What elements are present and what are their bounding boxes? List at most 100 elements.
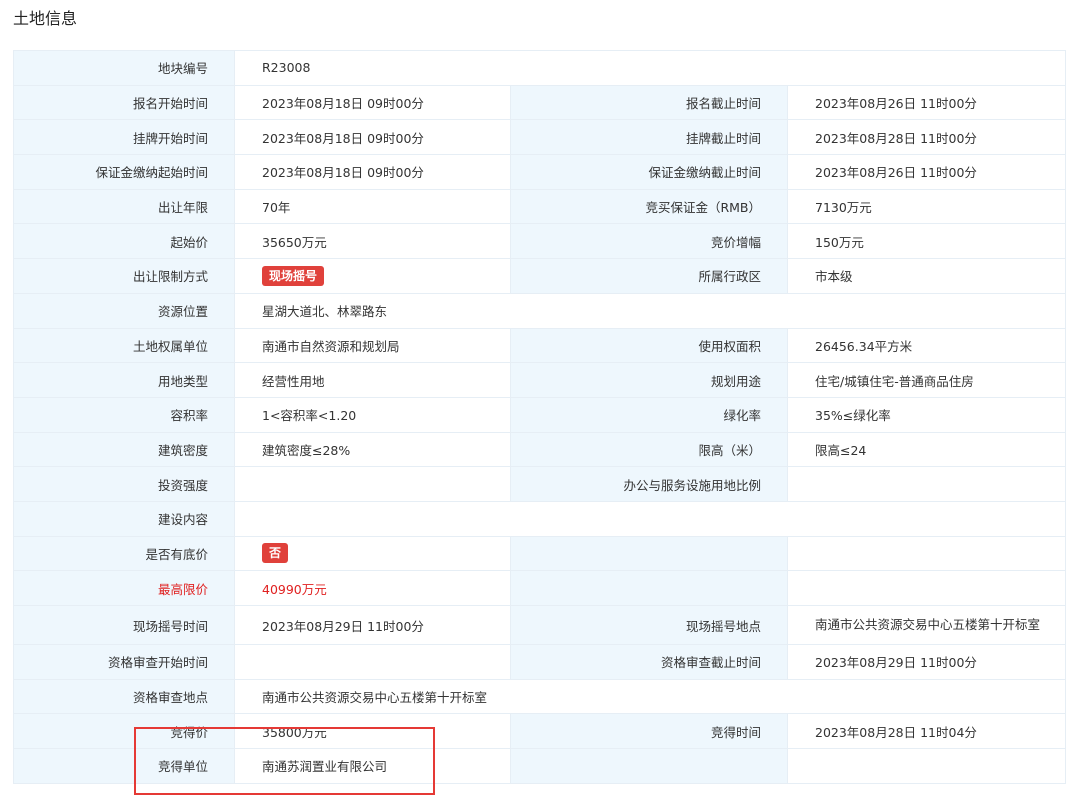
lottery-tag: 现场摇号 <box>262 265 325 286</box>
district-value: 市本级 <box>786 258 1067 294</box>
winning-price-label: 竞得价 <box>13 713 235 750</box>
reserve-price-tag: 否 <box>262 543 289 564</box>
parcel-id-value: R23008 <box>233 50 1067 86</box>
lease-term-value: 70年 <box>234 188 511 225</box>
max-price-value: 40990万元 <box>234 570 511 606</box>
parcel-id-label: 地块编号 <box>13 50 235 86</box>
table-row: 容积率 1<容积率<1.20 绿化率 35%≤绿化率 <box>13 396 1067 433</box>
bid-deposit-label: 竞买保证金（RMB） <box>510 188 788 225</box>
qualification-start-value <box>234 644 511 680</box>
use-area-value: 26456.34平方米 <box>786 327 1067 364</box>
signup-start-value: 2023年08月18日 09时00分 <box>234 84 511 121</box>
location-label: 资源位置 <box>13 292 235 329</box>
building-density-label: 建筑密度 <box>13 431 235 468</box>
winning-price-value: 35800万元 <box>234 713 511 750</box>
table-row: 出让年限 70年 竞买保证金（RMB） 7130万元 <box>13 188 1067 225</box>
height-limit-label: 限高（米） <box>510 431 788 468</box>
table-row: 挂牌开始时间 2023年08月18日 09时00分 挂牌截止时间 2023年08… <box>13 119 1067 156</box>
bid-increment-value: 150万元 <box>786 223 1067 260</box>
table-row: 现场摇号时间 2023年08月29日 11时00分 现场摇号地点 南通市公共资源… <box>13 605 1067 645</box>
deposit-end-label: 保证金缴纳截止时间 <box>510 154 788 190</box>
lottery-time-label: 现场摇号时间 <box>13 605 235 645</box>
listing-end-value: 2023年08月28日 11时00分 <box>786 119 1067 156</box>
table-row: 出让限制方式 现场摇号 所属行政区 市本级 <box>13 258 1067 294</box>
deposit-end-value: 2023年08月26日 11时00分 <box>786 154 1067 190</box>
table-row: 资格审查地点 南通市公共资源交易中心五楼第十开标室 <box>13 678 1067 715</box>
listing-end-label: 挂牌截止时间 <box>510 119 788 156</box>
empty-value-cell <box>786 535 1067 572</box>
deposit-start-value: 2023年08月18日 09时00分 <box>234 154 511 190</box>
table-row: 资源位置 星湖大道北、林翠路东 <box>13 292 1067 329</box>
empty-label-cell <box>510 748 788 784</box>
empty-value-cell <box>786 748 1067 784</box>
lottery-location-value: 南通市公共资源交易中心五楼第十开标室 <box>786 605 1067 645</box>
planned-use-label: 规划用途 <box>510 362 788 398</box>
table-row: 是否有底价 否 <box>13 535 1067 572</box>
use-area-label: 使用权面积 <box>510 327 788 364</box>
planned-use-value: 住宅/城镇住宅-普通商品住房 <box>786 362 1067 398</box>
construction-content-value <box>233 500 1067 537</box>
office-land-ratio-value <box>786 466 1067 502</box>
table-row: 建筑密度 建筑密度≤28% 限高（米） 限高≤24 <box>13 431 1067 468</box>
winning-time-value: 2023年08月28日 11时04分 <box>786 713 1067 750</box>
plot-ratio-label: 容积率 <box>13 396 235 433</box>
land-owner-label: 土地权属单位 <box>13 327 235 364</box>
green-ratio-value: 35%≤绿化率 <box>786 396 1067 433</box>
signup-end-label: 报名截止时间 <box>510 84 788 121</box>
reserve-price-label: 是否有底价 <box>13 535 235 572</box>
max-price-label: 最高限价 <box>13 570 235 606</box>
green-ratio-label: 绿化率 <box>510 396 788 433</box>
lottery-time-value: 2023年08月29日 11时00分 <box>234 605 511 645</box>
qualification-start-label: 资格审查开始时间 <box>13 644 235 680</box>
table-row: 报名开始时间 2023年08月18日 09时00分 报名截止时间 2023年08… <box>13 84 1067 121</box>
winning-company-label: 竞得单位 <box>13 748 235 784</box>
table-row: 竞得价 35800万元 竞得时间 2023年08月28日 11时04分 <box>13 713 1067 750</box>
bid-deposit-value: 7130万元 <box>786 188 1067 225</box>
lottery-location-label: 现场摇号地点 <box>510 605 788 645</box>
empty-value-cell <box>786 570 1067 606</box>
transfer-restriction-value: 现场摇号 <box>234 258 511 294</box>
transfer-restriction-label: 出让限制方式 <box>13 258 235 294</box>
winning-company-value: 南通苏润置业有限公司 <box>234 748 511 784</box>
table-row-parcel-id: 地块编号 R23008 <box>13 50 1067 86</box>
starting-price-value: 35650万元 <box>234 223 511 260</box>
building-density-value: 建筑密度≤28% <box>234 431 511 468</box>
construction-content-label: 建设内容 <box>13 500 235 537</box>
table-row: 投资强度 办公与服务设施用地比例 <box>13 466 1067 502</box>
office-land-ratio-label: 办公与服务设施用地比例 <box>510 466 788 502</box>
table-row: 资格审查开始时间 资格审查截止时间 2023年08月29日 11时00分 <box>13 644 1067 680</box>
table-row: 最高限价 40990万元 <box>13 570 1067 606</box>
table-row: 土地权属单位 南通市自然资源和规划局 使用权面积 26456.34平方米 <box>13 327 1067 364</box>
land-owner-value: 南通市自然资源和规划局 <box>234 327 511 364</box>
signup-start-label: 报名开始时间 <box>13 84 235 121</box>
plot-ratio-value: 1<容积率<1.20 <box>234 396 511 433</box>
section-title: 土地信息 <box>13 9 78 28</box>
empty-label-cell <box>510 535 788 572</box>
bid-increment-label: 竞价增幅 <box>510 223 788 260</box>
table-row: 起始价 35650万元 竞价增幅 150万元 <box>13 223 1067 260</box>
district-label: 所属行政区 <box>510 258 788 294</box>
land-type-label: 用地类型 <box>13 362 235 398</box>
listing-start-value: 2023年08月18日 09时00分 <box>234 119 511 156</box>
land-type-value: 经营性用地 <box>234 362 511 398</box>
winning-time-label: 竞得时间 <box>510 713 788 750</box>
table-row: 保证金缴纳起始时间 2023年08月18日 09时00分 保证金缴纳截止时间 2… <box>13 154 1067 190</box>
table-row: 用地类型 经营性用地 规划用途 住宅/城镇住宅-普通商品住房 <box>13 362 1067 398</box>
table-row: 建设内容 <box>13 500 1067 537</box>
qualification-location-value: 南通市公共资源交易中心五楼第十开标室 <box>233 678 1067 715</box>
qualification-end-label: 资格审查截止时间 <box>510 644 788 680</box>
listing-start-label: 挂牌开始时间 <box>13 119 235 156</box>
investment-intensity-value <box>234 466 511 502</box>
empty-label-cell <box>510 570 788 606</box>
investment-intensity-label: 投资强度 <box>13 466 235 502</box>
qualification-location-label: 资格审查地点 <box>13 678 235 715</box>
qualification-end-value: 2023年08月29日 11时00分 <box>786 644 1067 680</box>
lease-term-label: 出让年限 <box>13 188 235 225</box>
signup-end-value: 2023年08月26日 11时00分 <box>786 84 1067 121</box>
starting-price-label: 起始价 <box>13 223 235 260</box>
land-info-table: 地块编号 R23008 报名开始时间 2023年08月18日 09时00分 报名… <box>13 50 1067 784</box>
reserve-price-value: 否 <box>234 535 511 572</box>
location-value: 星湖大道北、林翠路东 <box>233 292 1067 329</box>
height-limit-value: 限高≤24 <box>786 431 1067 468</box>
deposit-start-label: 保证金缴纳起始时间 <box>13 154 235 190</box>
